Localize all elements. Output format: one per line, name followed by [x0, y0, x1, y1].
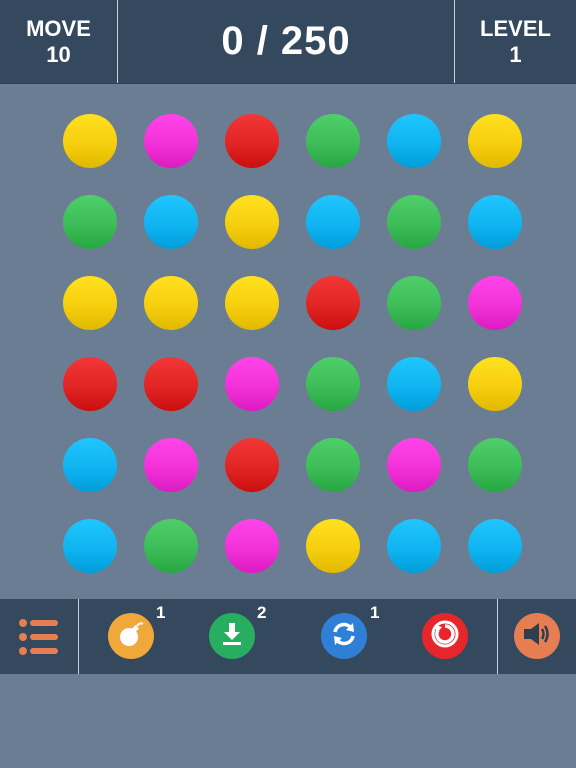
- restart-icon: [429, 618, 461, 655]
- bomb-button[interactable]: [108, 613, 154, 659]
- shuffle-button[interactable]: [321, 613, 367, 659]
- sound-button[interactable]: [514, 613, 560, 659]
- dot-yellow[interactable]: [468, 114, 522, 168]
- dot-blue[interactable]: [387, 114, 441, 168]
- level-value: 1: [509, 41, 522, 67]
- dot-blue[interactable]: [306, 195, 360, 249]
- dot-yellow[interactable]: [144, 276, 198, 330]
- move-value: 10: [46, 41, 71, 67]
- dot-yellow[interactable]: [225, 195, 279, 249]
- list-menu-icon[interactable]: [18, 617, 60, 657]
- dot-yellow[interactable]: [225, 276, 279, 330]
- dot-yellow[interactable]: [63, 114, 117, 168]
- dot-red[interactable]: [225, 114, 279, 168]
- dot-red[interactable]: [225, 438, 279, 492]
- dot-magenta[interactable]: [468, 276, 522, 330]
- drop-count: 2: [257, 603, 267, 622]
- bomb-count: 1: [156, 603, 166, 622]
- divider: [497, 599, 498, 674]
- dot-red[interactable]: [306, 276, 360, 330]
- dot-blue[interactable]: [387, 519, 441, 573]
- dot-red[interactable]: [144, 357, 198, 411]
- bomb-icon: [116, 619, 146, 654]
- divider: [78, 599, 79, 674]
- dot-green[interactable]: [144, 519, 198, 573]
- level-indicator: LEVEL 1: [455, 0, 576, 83]
- move-label: MOVE: [26, 15, 91, 41]
- score-text: 0 / 250: [221, 19, 351, 63]
- dot-magenta[interactable]: [144, 114, 198, 168]
- level-label: LEVEL: [480, 15, 551, 41]
- dot-blue[interactable]: [63, 519, 117, 573]
- top-bar: MOVE 10 0 / 250 LEVEL 1: [0, 0, 576, 84]
- dot-blue[interactable]: [63, 438, 117, 492]
- dot-magenta[interactable]: [225, 519, 279, 573]
- dot-yellow[interactable]: [306, 519, 360, 573]
- dot-red[interactable]: [63, 357, 117, 411]
- dot-green[interactable]: [306, 357, 360, 411]
- game-board: [0, 84, 576, 599]
- dot-green[interactable]: [306, 438, 360, 492]
- dot-green[interactable]: [387, 276, 441, 330]
- speaker-icon: [521, 619, 553, 654]
- dot-yellow[interactable]: [63, 276, 117, 330]
- dot-blue[interactable]: [144, 195, 198, 249]
- download-icon: [218, 620, 246, 653]
- refresh-icon: [329, 619, 359, 654]
- drop-button[interactable]: [209, 613, 255, 659]
- restart-button[interactable]: [422, 613, 468, 659]
- dot-blue[interactable]: [468, 519, 522, 573]
- dot-magenta[interactable]: [144, 438, 198, 492]
- move-counter: MOVE 10: [0, 0, 117, 83]
- dot-magenta[interactable]: [387, 438, 441, 492]
- dot-blue[interactable]: [387, 357, 441, 411]
- dot-green[interactable]: [306, 114, 360, 168]
- dot-green[interactable]: [387, 195, 441, 249]
- bottom-toolbar: 1 2 1: [0, 599, 576, 674]
- dot-magenta[interactable]: [225, 357, 279, 411]
- shuffle-count: 1: [370, 603, 380, 622]
- score-display: 0 / 250: [118, 0, 454, 83]
- dot-blue[interactable]: [468, 195, 522, 249]
- dot-yellow[interactable]: [468, 357, 522, 411]
- dot-green[interactable]: [63, 195, 117, 249]
- dot-green[interactable]: [468, 438, 522, 492]
